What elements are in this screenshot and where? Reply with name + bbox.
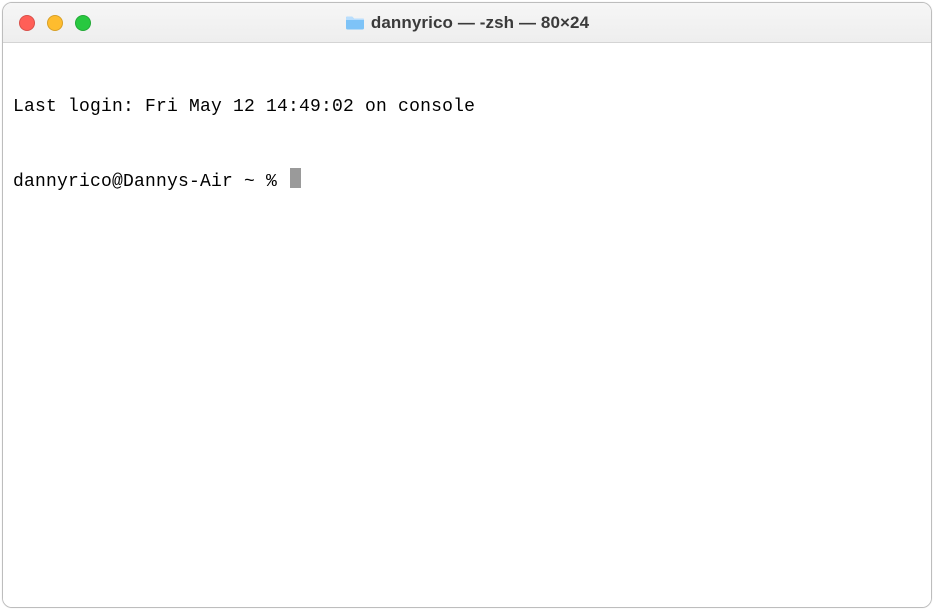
folder-icon [345, 15, 365, 31]
minimize-button[interactable] [47, 15, 63, 31]
close-button[interactable] [19, 15, 35, 31]
last-login-line: Last login: Fri May 12 14:49:02 on conso… [13, 96, 921, 119]
cursor-block [290, 168, 301, 188]
traffic-lights [3, 15, 91, 31]
window-titlebar: dannyrico — -zsh — 80×24 [3, 3, 931, 43]
terminal-body[interactable]: Last login: Fri May 12 14:49:02 on conso… [3, 43, 931, 607]
zoom-button[interactable] [75, 15, 91, 31]
shell-prompt: dannyrico@Dannys-Air ~ % [13, 171, 288, 194]
window-title: dannyrico — -zsh — 80×24 [371, 13, 589, 33]
prompt-line: dannyrico@Dannys-Air ~ % [13, 166, 921, 194]
terminal-window: dannyrico — -zsh — 80×24 Last login: Fri… [2, 2, 932, 608]
title-center: dannyrico — -zsh — 80×24 [3, 13, 931, 33]
